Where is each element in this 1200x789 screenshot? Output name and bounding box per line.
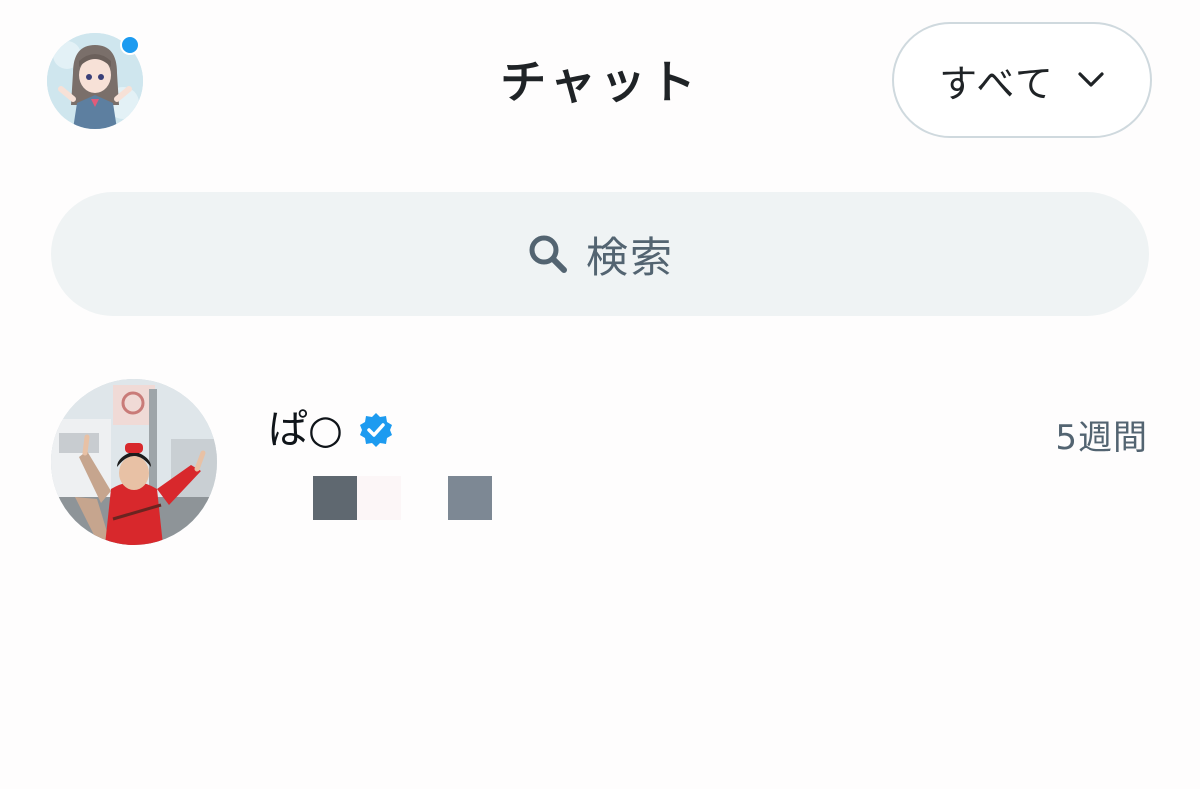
page-title: チャット <box>500 55 700 109</box>
redaction-block <box>357 476 401 520</box>
contact-name-row: ぱ○ <box>268 406 395 454</box>
search-placeholder: 検索 <box>585 232 674 282</box>
chevron-down-icon <box>1078 72 1104 87</box>
contact-avatar[interactable] <box>51 379 217 545</box>
verified-badge-icon <box>359 413 392 447</box>
filter-label: すべて <box>939 61 1055 106</box>
message-preview-redacted <box>313 476 493 520</box>
chat-screen: チャット すべて 検索 ぱ○ 5週間 <box>0 0 1200 789</box>
redaction-block <box>448 476 492 520</box>
search-icon <box>529 235 567 273</box>
header: チャット すべて <box>0 0 1200 170</box>
message-timestamp: 5週間 <box>1055 418 1148 458</box>
notification-dot <box>120 35 140 55</box>
conversation-list-item[interactable]: ぱ○ 5週間 <box>0 360 1200 560</box>
filter-dropdown-button[interactable]: すべて <box>892 22 1152 138</box>
contact-name: ぱ○ <box>268 407 343 453</box>
contact-photo <box>51 379 217 545</box>
redaction-block <box>313 476 357 520</box>
search-input[interactable]: 検索 <box>51 192 1149 316</box>
